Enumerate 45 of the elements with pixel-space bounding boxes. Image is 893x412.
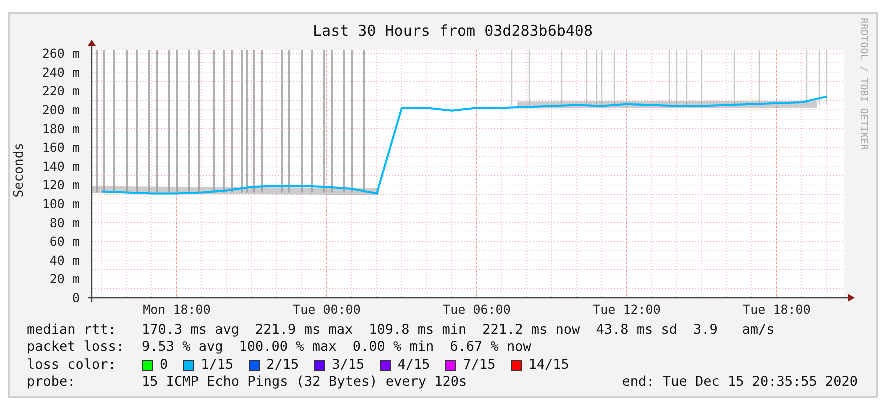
y-tick-label: 180 m: [42, 121, 80, 136]
y-tick-label: 60 m: [50, 234, 80, 250]
graph-title: Last 30 Hours from 03d283b6b408: [313, 22, 593, 40]
y-tick-label: 260 m: [42, 46, 80, 62]
x-tick-label: Tue 06:00: [443, 302, 511, 317]
y-tick-label: 240 m: [42, 64, 80, 80]
y-tick-label: 120 m: [42, 178, 80, 193]
legend-value: 0.00 % min: [352, 339, 434, 357]
legend-value: 0: [160, 356, 168, 374]
legend-label: loss color:: [27, 356, 118, 374]
legend-value: 43.8 ms sd: [596, 322, 678, 340]
legend-value: 3.9 am/s: [693, 322, 775, 340]
legend-value: 100.00 % max: [239, 339, 337, 357]
y-tick-label: 160 m: [42, 140, 80, 156]
legend-value: 6.67 % now: [450, 339, 532, 357]
legend-value: 7/15: [463, 356, 496, 374]
y-tick-label: 40 m: [50, 252, 80, 268]
legend-value: 221.9 ms max: [256, 322, 354, 340]
y-tick-label: 200 m: [42, 102, 80, 118]
legend-value: 221.2 ms now: [482, 322, 580, 340]
y-tick-label: 220 m: [42, 84, 80, 99]
x-tick-label: Mon 18:00: [143, 302, 211, 317]
legend-value: 14/15: [528, 356, 570, 374]
x-tick-label: Tue 12:00: [593, 302, 661, 317]
legend-value: 15 ICMP Echo Pings (32 Bytes) every 120s: [142, 374, 468, 392]
legend-label: packet loss:: [27, 339, 126, 357]
x-tick-label: Tue 00:00: [293, 302, 361, 317]
y-tick-label: 0: [72, 290, 80, 306]
legend-label: probe:: [27, 374, 77, 392]
y-tick-label: 20 m: [50, 272, 80, 287]
y-axis-label: Seconds: [11, 142, 28, 198]
legend-value: 3/15: [332, 356, 365, 374]
legend-value: 2/15: [266, 356, 300, 374]
y-tick-label: 80 m: [50, 215, 80, 230]
end-time: end: Tue Dec 15 20:35:55 2020: [622, 374, 858, 392]
y-tick-label: 140 m: [42, 158, 80, 174]
x-tick-label: Tue 18:00: [743, 302, 811, 317]
legend-value: 109.8 ms min: [369, 322, 467, 340]
watermark-credit: RRDTOOL / TOBI OETIKER: [857, 18, 870, 150]
legend-value: 170.3 ms avg: [142, 322, 240, 340]
legend-label: median rtt:: [27, 322, 118, 340]
legend-value: 4/15: [398, 356, 430, 374]
legend-value: 9.53 % avg: [142, 339, 224, 357]
y-tick-label: 100 m: [42, 196, 80, 212]
legend-value: 1/15: [201, 356, 234, 374]
